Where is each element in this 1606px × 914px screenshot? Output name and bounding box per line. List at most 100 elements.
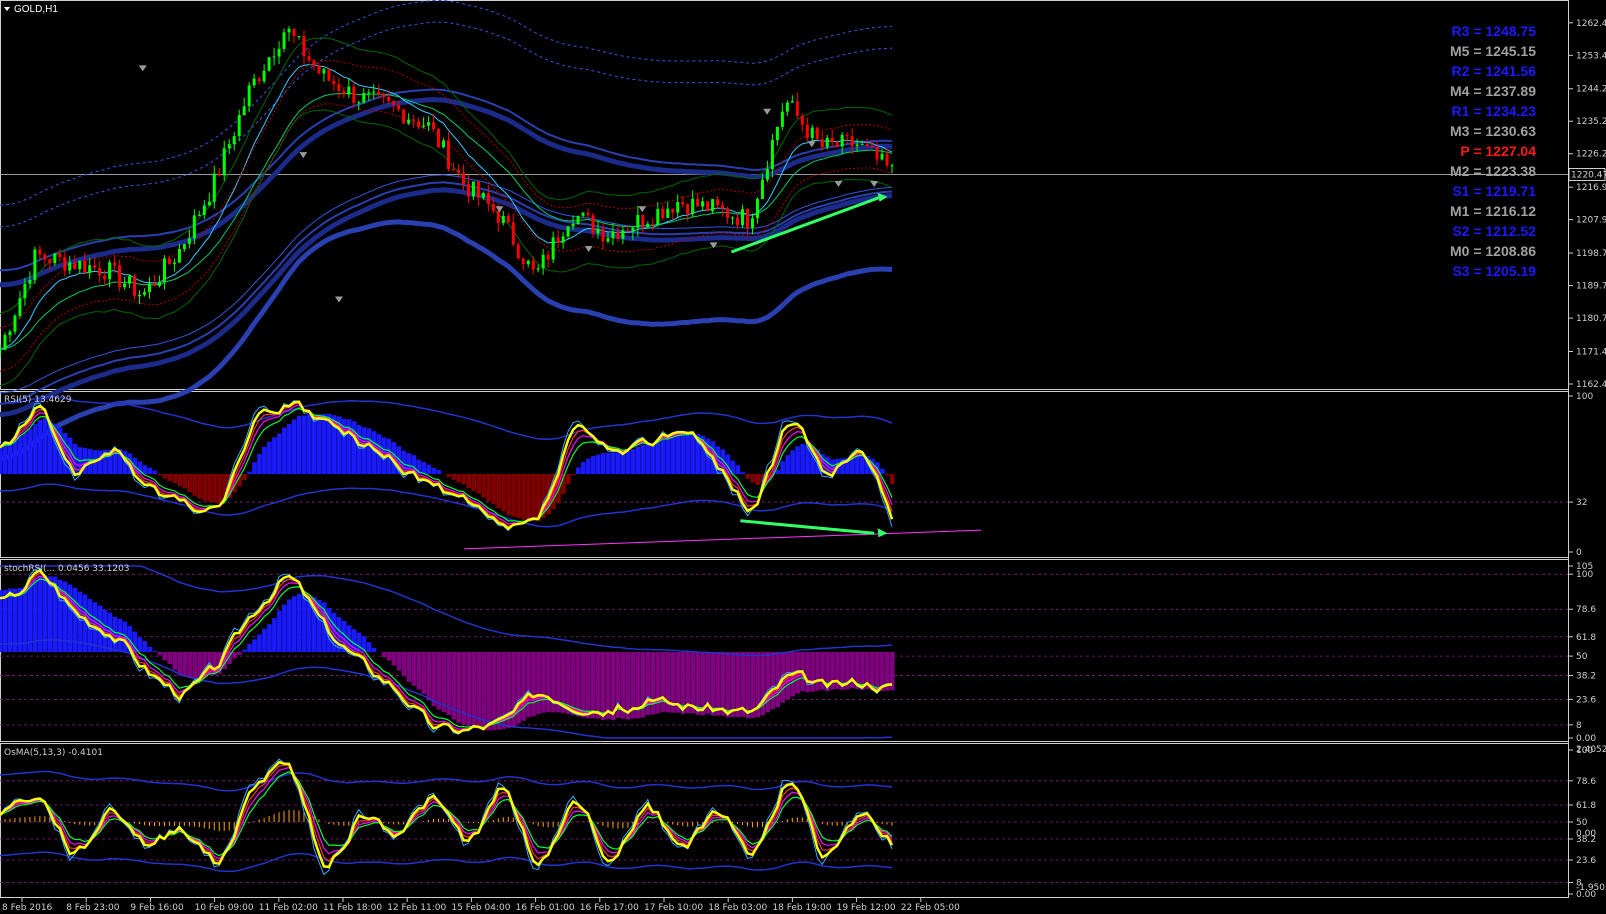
candle-body — [721, 205, 725, 209]
histogram-bar — [541, 652, 546, 713]
candle-body — [521, 258, 525, 265]
histogram-bar — [660, 652, 666, 712]
candle-body — [451, 169, 455, 171]
candle-body — [840, 134, 844, 147]
histogram-bar — [456, 474, 462, 483]
candle-body — [526, 260, 530, 265]
histogram-bar — [311, 414, 317, 474]
histogram-bar — [526, 474, 531, 520]
histogram-bar — [735, 465, 741, 474]
histogram-bar — [680, 652, 686, 715]
candle-body — [53, 253, 57, 264]
histogram-bar — [117, 618, 123, 652]
histogram-bar — [401, 652, 407, 677]
histogram-bar — [750, 474, 756, 483]
histogram-bar — [252, 639, 257, 652]
candle-body — [706, 201, 710, 211]
candle-body — [282, 32, 286, 49]
histogram-bar — [690, 432, 696, 474]
histogram-bar — [521, 474, 526, 520]
candle-body — [88, 265, 92, 273]
histogram-bar — [765, 652, 771, 713]
candle-body — [511, 222, 515, 245]
candle-body — [536, 268, 540, 270]
histogram-bar — [12, 439, 18, 474]
osma-scale-label: -1.9503 — [1576, 883, 1606, 893]
histogram-bar — [426, 652, 432, 701]
candle-body — [157, 282, 161, 286]
histogram-bar — [277, 433, 282, 474]
candle-body — [800, 115, 804, 125]
histogram-bar — [42, 418, 48, 474]
candle-body — [133, 276, 137, 297]
histogram-bar — [710, 652, 716, 716]
histogram-bar — [531, 652, 536, 717]
time-tick-label: 15 Feb 04:00 — [451, 903, 510, 913]
candle-body — [865, 143, 869, 147]
pivot-level-label: M3 = 1230.63 — [1450, 123, 1536, 139]
histogram-bar — [650, 444, 656, 474]
time-tick-label: 12 Feb 11:00 — [387, 903, 446, 913]
candle-body — [586, 212, 590, 216]
candle-body — [78, 260, 82, 270]
price-tick-label: 1226.20 — [1576, 150, 1606, 160]
candle-body — [407, 119, 411, 124]
pivot-level-label: P = 1227.04 — [1460, 143, 1536, 159]
histogram-bar — [620, 452, 626, 474]
histogram-bar — [167, 474, 173, 481]
histogram-bar — [192, 474, 197, 496]
histogram-bar — [571, 474, 576, 476]
candle-body — [736, 217, 740, 226]
candle-body — [3, 335, 7, 350]
candle-body — [13, 315, 17, 332]
candle-body — [491, 203, 495, 211]
time-tick-label: 22 Feb 05:00 — [901, 903, 960, 913]
candle-body — [437, 129, 441, 148]
candle-body — [880, 153, 884, 160]
scale-tick-label: 23.6 — [1576, 856, 1596, 866]
histogram-bar — [665, 439, 671, 474]
candle-body — [347, 86, 351, 95]
histogram-bar — [421, 652, 427, 694]
candle-body — [596, 228, 600, 234]
candle-body — [128, 276, 132, 284]
histogram-bar — [137, 637, 143, 652]
price-tick-label: 1262.45 — [1576, 19, 1606, 29]
histogram-bar — [436, 469, 442, 474]
pivot-level-label: M0 = 1208.86 — [1450, 243, 1536, 259]
candle-body — [138, 294, 142, 297]
candle-body — [422, 125, 426, 127]
histogram-bar — [875, 652, 880, 692]
candle-body — [98, 267, 102, 276]
histogram-bar — [581, 652, 586, 718]
histogram-bar — [431, 652, 437, 707]
scale-tick-label: 61.8 — [1576, 801, 1596, 811]
histogram-bar — [680, 434, 686, 474]
price-tick-label: 1198.70 — [1576, 249, 1606, 259]
histogram-bar — [501, 474, 506, 512]
candle-body — [357, 102, 361, 104]
candle-body — [631, 227, 635, 232]
pivot-level-label: S2 = 1212.52 — [1452, 223, 1536, 239]
candle-body — [367, 92, 371, 94]
scale-tick-label: 100 — [1576, 392, 1593, 402]
rsi-label: RSI(5) 13.4629 — [4, 395, 72, 405]
histogram-bar — [277, 610, 282, 652]
scale-tick-label: 50 — [1576, 818, 1588, 828]
candle-body — [118, 265, 122, 288]
candle-body — [442, 140, 446, 148]
candle-body — [33, 249, 37, 280]
histogram-bar — [486, 652, 491, 731]
candle-body — [43, 254, 47, 260]
candle-body — [172, 262, 176, 265]
candle-body — [616, 231, 620, 239]
histogram-bar — [217, 474, 222, 504]
gold-h1-chart[interactable]: GOLD,H1 1262.45 1253.45 1244.20 1235.20 1226… — [0, 0, 1606, 914]
histogram-bar — [670, 437, 676, 474]
histogram-bar — [411, 652, 417, 686]
histogram-bar — [32, 423, 38, 474]
histogram-bar — [650, 652, 656, 715]
histogram-bar — [157, 474, 163, 476]
candle-body — [701, 201, 705, 207]
histogram-bar — [12, 588, 18, 652]
